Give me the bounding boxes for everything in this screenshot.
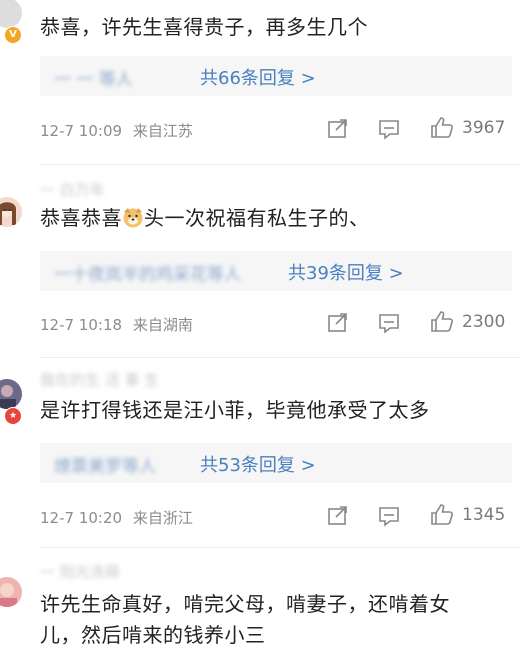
comment-text-line: 许先生命真好，啃完父母，啃妻子，还啃着女 (40, 592, 450, 616)
comment-meta: 12-7 10:20 来自浙江 (40, 507, 193, 528)
dog-emoji-icon (123, 208, 143, 228)
comment-location: 来自浙江 (132, 509, 193, 527)
like-icon[interactable] (430, 310, 454, 334)
reply-count-link[interactable]: 共66条回复 > (200, 64, 316, 90)
comment-item: 一 阳光洗萌 许先生命真好，啃完父母，啃妻子，还啃着女 儿，然后啃来的钱养小三 (0, 547, 521, 668)
comment-text: 是许打得钱还是汪小菲，毕竟他承受了太多 (40, 398, 430, 422)
comment-icon[interactable] (378, 505, 400, 527)
reply-summary[interactable]: 一 一 等人 共66条回复 > (40, 56, 512, 96)
reply-preview-users: 一十夜岚半的鸡采花等人 (54, 265, 241, 285)
username[interactable]: 一 阳光洗萌 (40, 561, 120, 582)
reply-preview-users: 燎票美罗等人 (54, 457, 156, 477)
comment-time: 12-7 10:09 (40, 122, 123, 140)
like-icon[interactable] (430, 503, 454, 527)
comment-text: 许先生命真好，啃完父母，啃妻子，还啃着女 儿，然后啃来的钱养小三 (40, 589, 510, 651)
like-icon[interactable] (430, 116, 454, 140)
comment-text-part: 头一次祝福有私生子的、 (144, 206, 370, 230)
comment-text: 恭喜，许先生喜得贵子，再多生几个 (40, 15, 368, 39)
reply-summary[interactable]: 燎票美罗等人 共53条回复 > (40, 443, 512, 483)
comment-time: 12-7 10:20 (40, 509, 123, 527)
comment-icon[interactable] (378, 312, 400, 334)
comment-meta: 12-7 10:18 来自湖南 (40, 314, 193, 335)
comment-text-part: 恭喜恭喜 (40, 206, 122, 230)
reply-preview-users: 一 一 等人 (54, 70, 133, 90)
reply-count-link[interactable]: 共39条回复 > (288, 259, 404, 285)
username[interactable]: 我在的生 活 事 生 (40, 369, 159, 390)
repost-icon[interactable] (327, 118, 349, 140)
avatar-dark-icon (0, 379, 22, 409)
comment-text: 恭喜恭喜 头一次祝福有私生子的、 (40, 203, 510, 234)
avatar[interactable] (0, 577, 22, 607)
comment-item: 一 白万年 恭喜恭喜 头一次祝福有私生子的、 一十夜岚半的鸡采花等人 共39条回… (0, 165, 521, 358)
comment-location: 来自江苏 (132, 122, 193, 140)
girl-avatar-icon (0, 197, 22, 227)
username[interactable]: 一 白万年 (40, 179, 105, 200)
comment-text-line: 儿，然后啃来的钱养小三 (40, 623, 266, 647)
reply-summary[interactable]: 一十夜岚半的鸡采花等人 共39条回复 > (40, 251, 512, 291)
avatar-pink-icon (0, 577, 22, 607)
verified-badge-icon: V (4, 26, 22, 44)
comment-icon[interactable] (378, 118, 400, 140)
avatar[interactable] (0, 0, 22, 28)
like-count: 1345 (462, 505, 506, 525)
avatar[interactable] (0, 379, 22, 409)
comment-item: ★ 我在的生 活 事 生 是许打得钱还是汪小菲，毕竟他承受了太多 燎票美罗等人 … (0, 357, 521, 548)
avatar[interactable] (0, 197, 22, 227)
comment-meta: 12-7 10:09 来自江苏 (40, 120, 193, 141)
member-badge-icon: ★ (4, 407, 22, 425)
comment-time: 12-7 10:18 (40, 316, 123, 334)
comment-location: 来自湖南 (132, 316, 193, 334)
like-count: 2300 (462, 312, 506, 332)
like-count: 3967 (462, 118, 506, 138)
repost-icon[interactable] (327, 312, 349, 334)
reply-count-link[interactable]: 共53条回复 > (200, 451, 316, 477)
repost-icon[interactable] (327, 505, 349, 527)
comment-item: V 恭喜，许先生喜得贵子，再多生几个 一 一 等人 共66条回复 > 12-7 … (0, 0, 521, 165)
